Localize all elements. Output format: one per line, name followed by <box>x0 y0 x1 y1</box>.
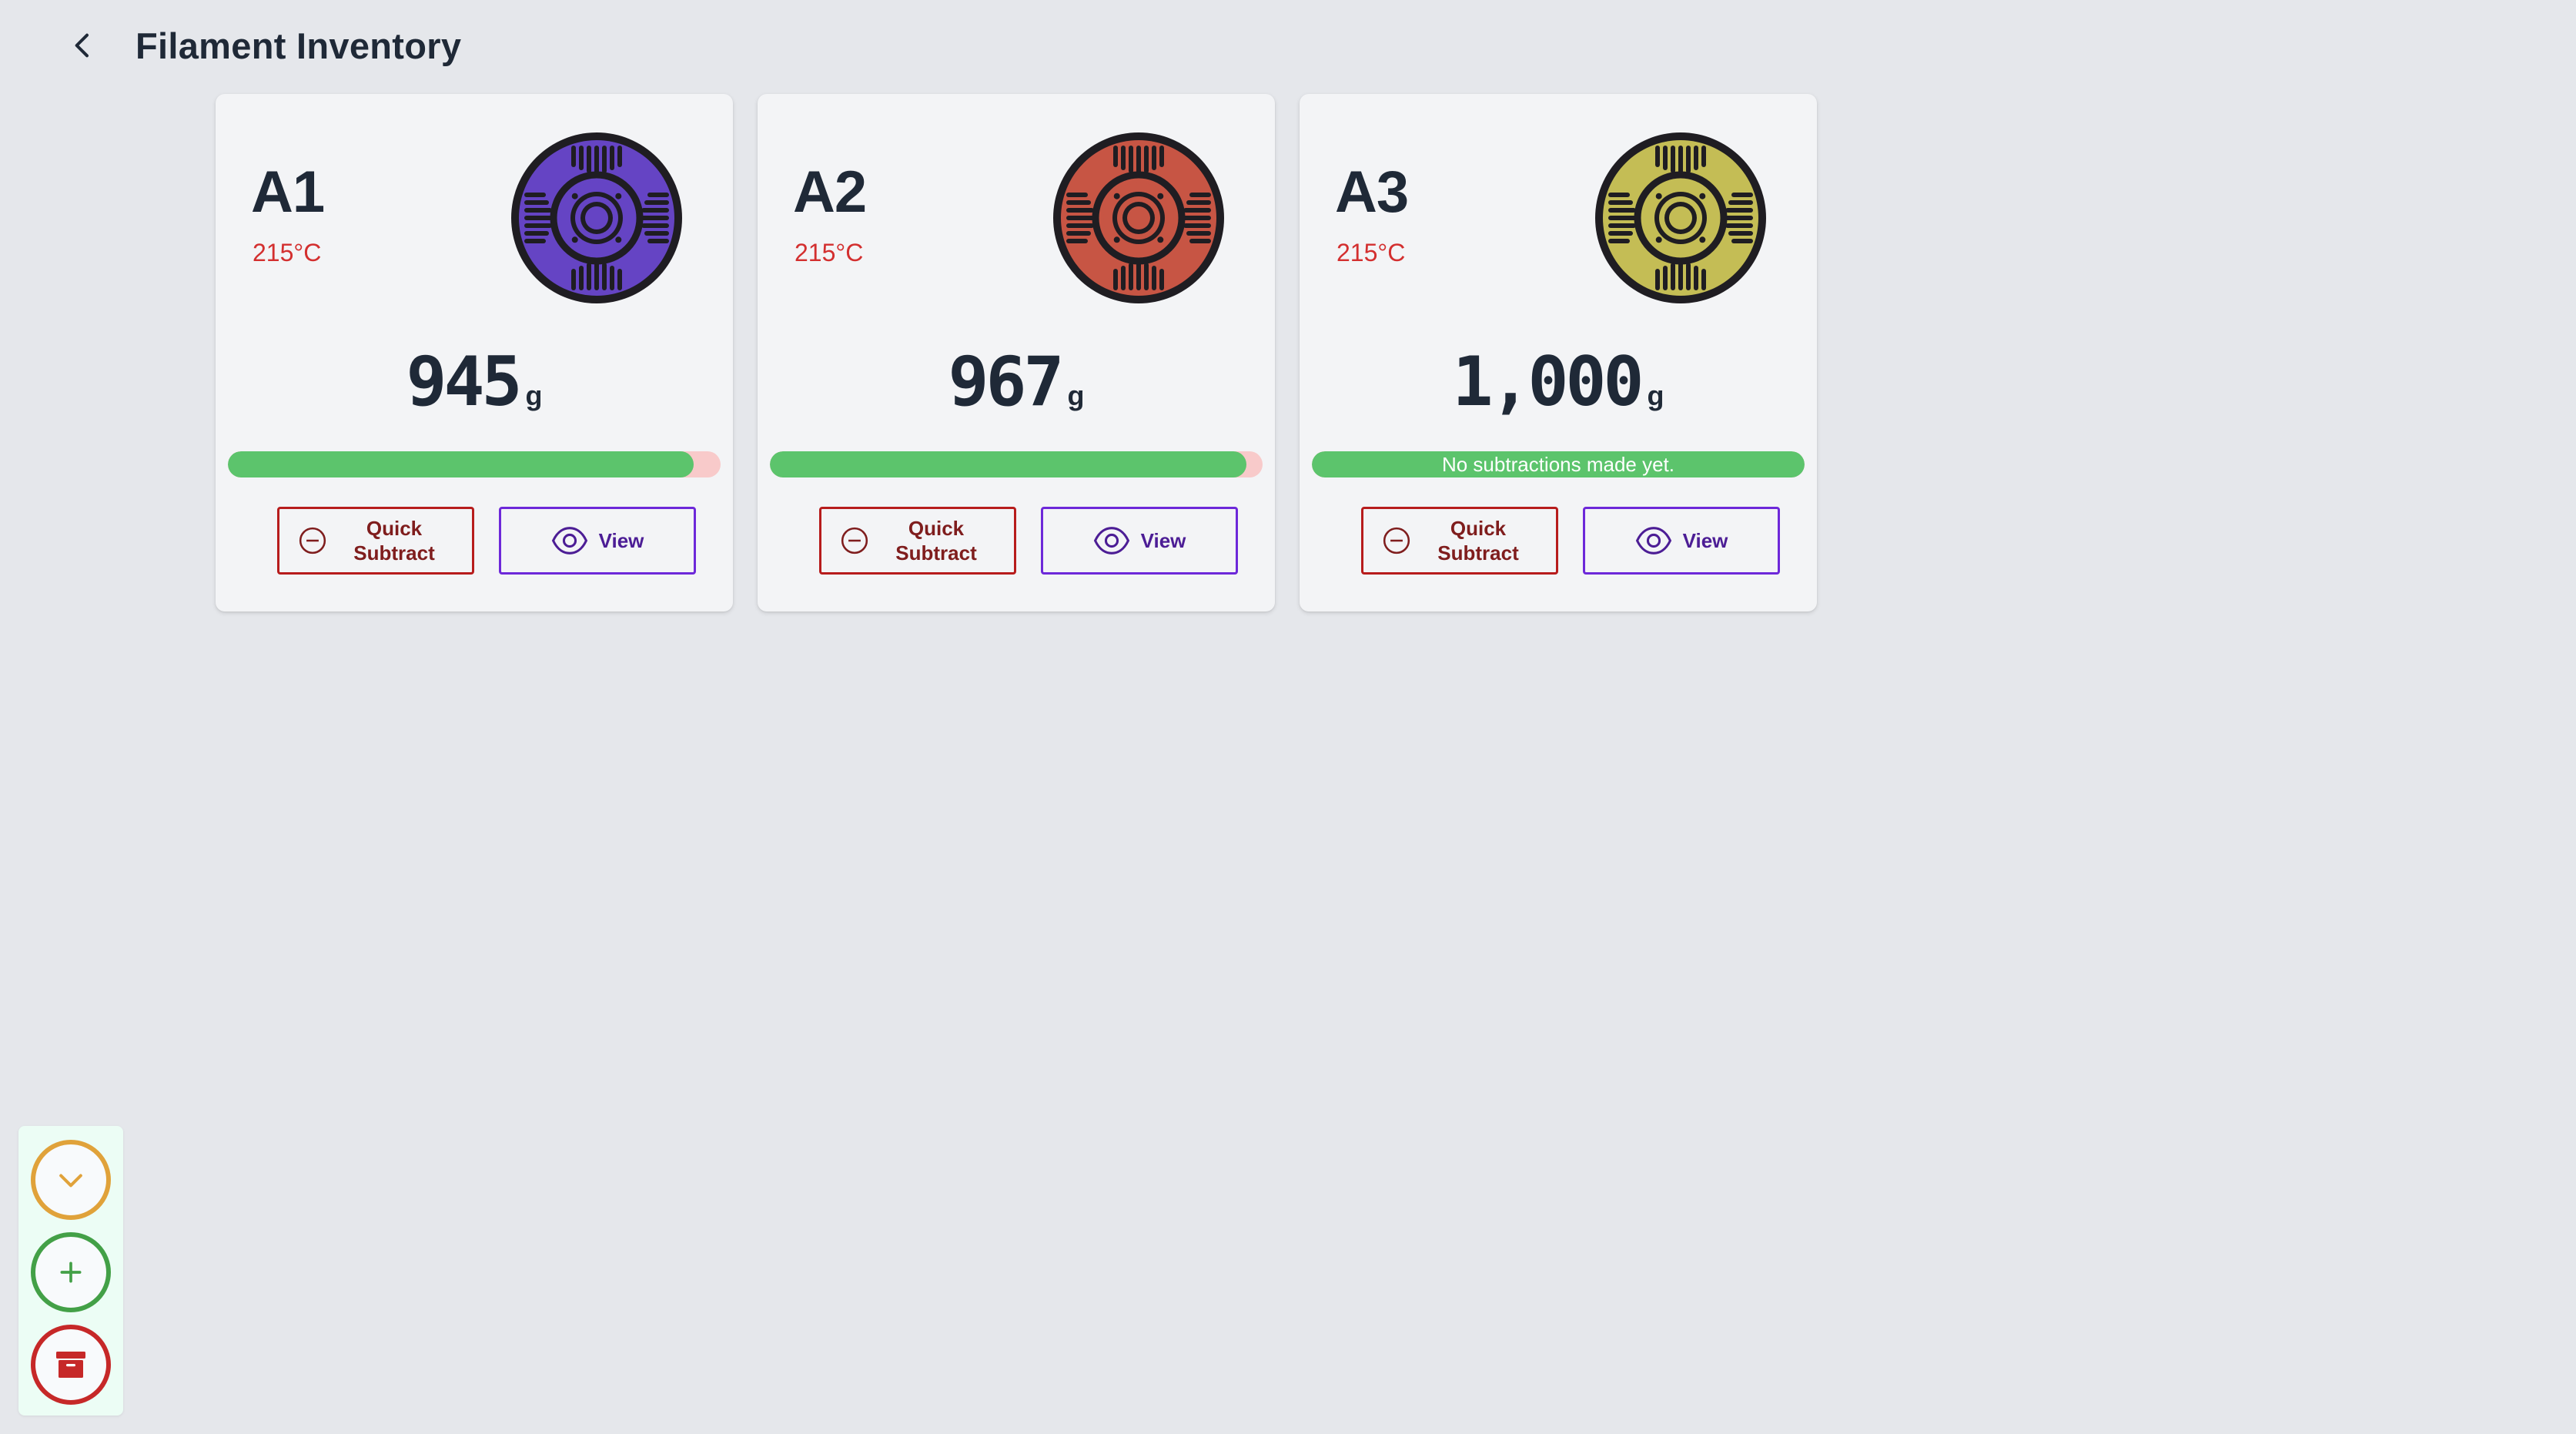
spool-weight: 945 g <box>216 342 733 421</box>
spool-weight: 1,000 g <box>1300 342 1817 421</box>
spool-icon <box>1595 132 1766 303</box>
quick-subtract-label: Quick Subtract <box>353 517 435 565</box>
weight-unit: g <box>1067 380 1085 411</box>
eye-icon <box>551 525 588 556</box>
weight-value: 967 <box>948 342 1065 421</box>
view-label: View <box>598 528 644 552</box>
spool-icon <box>1053 132 1224 303</box>
archive-button[interactable] <box>31 1325 111 1405</box>
weight-unit: g <box>1647 380 1664 411</box>
view-button[interactable]: View <box>1041 507 1238 575</box>
spool-card-list: A1 215°C 945 g Quick Subtract View A2 21… <box>216 94 1817 611</box>
minus-circle-icon <box>840 526 869 555</box>
remaining-progress-bar: No subtractions made yet. <box>1312 451 1805 477</box>
progress-label <box>770 451 1263 477</box>
view-label: View <box>1682 528 1728 552</box>
spool-temperature: 215°C <box>795 239 864 266</box>
quick-subtract-label: Quick Subtract <box>1437 517 1519 565</box>
collapse-button[interactable] <box>31 1140 111 1220</box>
weight-value: 945 <box>406 342 523 421</box>
spool-temperature: 215°C <box>253 239 322 266</box>
quick-subtract-button[interactable]: Quick Subtract <box>277 507 474 575</box>
minus-circle-icon <box>298 526 327 555</box>
card-actions: Quick Subtract View <box>277 507 696 575</box>
spool-temperature: 215°C <box>1337 239 1406 266</box>
page-title: Filament Inventory <box>135 25 462 66</box>
eye-icon <box>1093 525 1130 556</box>
eye-icon <box>1635 525 1672 556</box>
quick-subtract-label: Quick Subtract <box>895 517 977 565</box>
spool-card: A1 215°C 945 g Quick Subtract View <box>216 94 733 611</box>
spool-name: A2 <box>793 159 867 225</box>
page-header: Filament Inventory <box>62 17 461 74</box>
weight-value: 1,000 <box>1452 342 1644 421</box>
card-actions: Quick Subtract View <box>1361 507 1780 575</box>
spool-icon <box>511 132 682 303</box>
minus-circle-icon <box>1382 526 1411 555</box>
progress-label: No subtractions made yet. <box>1441 452 1675 476</box>
quick-subtract-button[interactable]: Quick Subtract <box>1361 507 1558 575</box>
view-button[interactable]: View <box>1583 507 1780 575</box>
spool-name: A1 <box>251 159 325 225</box>
card-actions: Quick Subtract View <box>819 507 1238 575</box>
add-spool-button[interactable] <box>31 1232 111 1312</box>
spool-card: A2 215°C 967 g Quick Subtract View <box>758 94 1275 611</box>
weight-unit: g <box>525 380 543 411</box>
chevron-down-icon <box>59 1174 82 1188</box>
remaining-progress-bar <box>770 451 1263 477</box>
spool-name: A3 <box>1335 159 1409 225</box>
archive-icon <box>56 1352 85 1378</box>
quick-subtract-button[interactable]: Quick Subtract <box>819 507 1016 575</box>
spool-card: A3 215°C 1,000 g No subtractions made ye… <box>1300 94 1817 611</box>
view-button[interactable]: View <box>499 507 696 575</box>
floating-action-panel <box>18 1126 123 1416</box>
chevron-left-icon <box>75 33 89 58</box>
back-button[interactable] <box>62 24 105 67</box>
remaining-progress-bar <box>228 451 721 477</box>
progress-label <box>228 451 721 477</box>
view-label: View <box>1140 528 1186 552</box>
plus-icon <box>60 1261 82 1283</box>
spool-weight: 967 g <box>758 342 1275 421</box>
